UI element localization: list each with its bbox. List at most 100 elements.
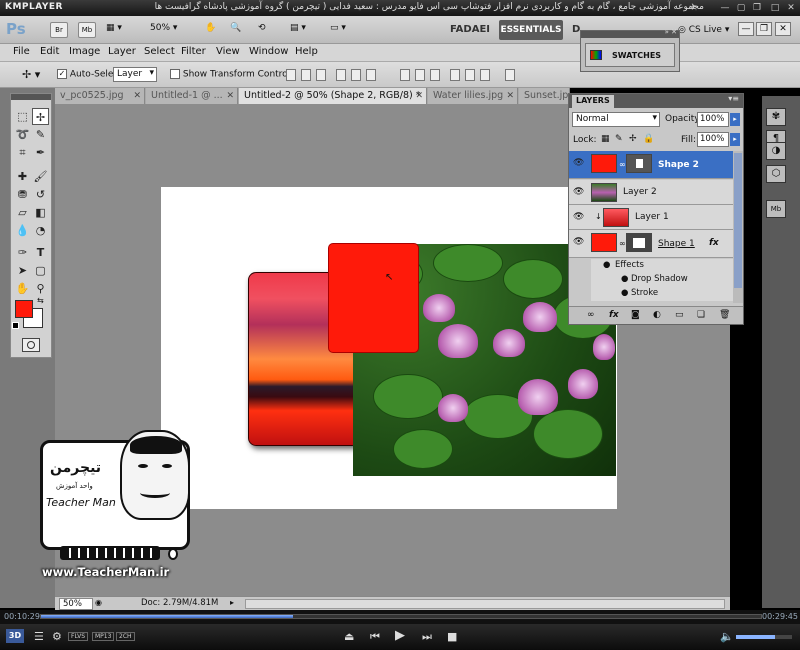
mini-bridge-panel-icon[interactable]: Mb <box>766 200 786 218</box>
workspace-fadaei[interactable]: FADAEI <box>443 20 497 40</box>
marquee-tool-icon[interactable]: ⬚ <box>14 108 31 125</box>
move-tool-preset-icon[interactable]: ✢ ▾ <box>22 68 40 81</box>
tab-untitled-1[interactable]: Untitled-1 @ ... ✕ <box>146 88 238 104</box>
align-top-icon[interactable] <box>286 69 296 81</box>
status-zoom[interactable]: 50% <box>59 598 93 610</box>
bridge-button[interactable]: Br <box>50 22 68 38</box>
swatches-button[interactable]: SWATCHES <box>585 43 675 67</box>
pen-tool-icon[interactable]: ✑ <box>14 244 31 261</box>
menu-window[interactable]: Window <box>249 46 288 57</box>
workspace-essentials[interactable]: ESSENTIALS <box>499 20 563 40</box>
auto-select-checkbox[interactable]: ✓ <box>57 69 67 79</box>
delete-layer-icon[interactable]: 🗑 <box>719 310 730 320</box>
status-info-icon[interactable]: ◉ <box>95 598 102 607</box>
fill-slider-button[interactable]: ▸ <box>730 133 740 146</box>
mini-bridge-button[interactable]: Mb <box>78 22 96 38</box>
eyedropper-tool-icon[interactable]: ✒ <box>32 144 49 161</box>
path-selection-tool-icon[interactable]: ➤ <box>14 262 31 279</box>
distribute-left-icon[interactable] <box>450 69 460 81</box>
tab-sunset[interactable]: Sunset.jpg <box>519 88 570 104</box>
tab-v-pc0525[interactable]: v_pc0525.jpg ✕ <box>55 88 145 104</box>
show-transform-checkbox[interactable] <box>170 69 180 79</box>
align-left-icon[interactable] <box>336 69 346 81</box>
horizontal-scrollbar[interactable] <box>245 599 725 609</box>
opacity-slider-button[interactable]: ▸ <box>730 113 740 126</box>
stop-icon[interactable]: ■ <box>447 630 457 643</box>
align-horizontal-center-icon[interactable] <box>351 69 361 81</box>
lock-all-icon[interactable]: 🔒 <box>643 134 654 144</box>
menu-help[interactable]: Help <box>295 46 318 57</box>
play-icon[interactable]: ▶ <box>395 628 405 643</box>
player-minimize-icon[interactable]: — <box>718 2 732 14</box>
player-maximize-icon[interactable]: □ <box>768 2 782 14</box>
eject-icon[interactable]: ⏏ <box>344 630 354 643</box>
previous-icon[interactable]: ⏮ <box>370 630 380 644</box>
3d-button[interactable]: 3D <box>6 629 24 643</box>
quick-mask-icon[interactable] <box>22 338 40 352</box>
clone-stamp-tool-icon[interactable]: ⛃ <box>14 186 31 203</box>
screen-mode-dropdown[interactable]: ▭ ▾ <box>330 23 346 37</box>
crop-tool-icon[interactable]: ⌗ <box>14 144 31 161</box>
align-vertical-center-icon[interactable] <box>301 69 311 81</box>
visibility-eye-icon[interactable]: 👁 <box>573 237 584 247</box>
dodge-tool-icon[interactable]: ◔ <box>32 222 49 239</box>
menu-select[interactable]: Select <box>144 46 175 57</box>
adjustments-panel-icon[interactable]: ◑ <box>766 142 786 160</box>
player-seek-bar[interactable] <box>40 614 762 619</box>
channels-panel-icon[interactable]: ⬡ <box>766 165 786 183</box>
lock-position-icon[interactable]: ✢ <box>629 134 637 144</box>
default-colors-icon[interactable] <box>12 322 19 329</box>
quick-selection-tool-icon[interactable]: ✎ <box>32 126 49 143</box>
volume-icon[interactable]: 🔈 <box>720 630 734 643</box>
volume-slider[interactable] <box>736 635 792 639</box>
blend-mode-dropdown[interactable]: Normal ▾ <box>572 112 660 127</box>
extras-dropdown[interactable]: ▦ ▾ <box>106 23 122 37</box>
add-style-icon[interactable]: fx <box>609 310 619 320</box>
lasso-tool-icon[interactable]: ➰ <box>14 126 31 143</box>
layer-row-layer-1[interactable]: 👁 ↓ Layer 1 <box>569 205 733 230</box>
move-tool-icon[interactable]: ✢ <box>32 108 49 125</box>
pin-icon[interactable]: ✈ <box>686 2 700 14</box>
effects-group-row[interactable]: ● Effects <box>591 259 733 273</box>
eraser-tool-icon[interactable]: ▱ <box>14 204 31 221</box>
blur-tool-icon[interactable]: 💧 <box>14 222 31 239</box>
visibility-eye-icon[interactable]: 👁 <box>573 187 584 197</box>
new-layer-icon[interactable]: ❏ <box>697 310 705 320</box>
auto-select-dropdown[interactable]: Layer ▾ <box>113 67 157 82</box>
swatches-panel-header[interactable]: » ✕ <box>581 28 679 38</box>
align-bottom-icon[interactable] <box>316 69 326 81</box>
visibility-eye-icon[interactable]: 👁 <box>573 158 584 168</box>
next-icon[interactable]: ⏭ <box>422 630 432 644</box>
auto-align-icon[interactable] <box>505 69 515 81</box>
rotate-view-icon[interactable]: ⟲ <box>258 23 266 37</box>
effect-row-drop-shadow[interactable]: ● Drop Shadow <box>591 273 733 287</box>
new-group-icon[interactable]: ▭ <box>675 310 684 320</box>
swap-colors-icon[interactable]: ⇆ <box>37 296 44 305</box>
ps-restore-button[interactable]: ❐ <box>756 22 772 36</box>
fill-input[interactable]: 100% <box>697 132 729 147</box>
cs-live-menu[interactable]: ◎ CS Live ▾ <box>678 22 729 38</box>
visibility-eye-icon[interactable]: 👁 <box>573 212 584 222</box>
layers-tab[interactable]: LAYERS <box>572 95 614 108</box>
effect-eye-icon[interactable]: ● <box>621 274 628 284</box>
layer-row-shape-1[interactable]: 👁 ∞ Shape 1 fx <box>569 230 733 258</box>
distribute-top-icon[interactable] <box>400 69 410 81</box>
opacity-input[interactable]: 100% <box>697 112 729 127</box>
ps-close-button[interactable]: ✕ <box>775 22 791 36</box>
menu-edit[interactable]: Edit <box>40 46 59 57</box>
tools-panel-header[interactable] <box>11 94 51 100</box>
tab-untitled-2[interactable]: Untitled-2 @ 50% (Shape 2, RGB/8) * ✕ <box>239 88 427 104</box>
type-tool-icon[interactable]: T <box>32 244 49 261</box>
brush-tool-icon[interactable]: 🖌 <box>32 168 49 185</box>
effects-eye-icon[interactable]: ● <box>603 260 610 270</box>
distribute-right-icon[interactable] <box>480 69 490 81</box>
distribute-hcenter-icon[interactable] <box>465 69 475 81</box>
distribute-center-icon[interactable] <box>415 69 425 81</box>
menu-layer[interactable]: Layer <box>108 46 136 57</box>
tab-close-icon[interactable]: ✕ <box>133 88 141 104</box>
history-panel-icon[interactable]: ✾ <box>766 108 786 126</box>
settings-gear-icon[interactable]: ⚙ <box>52 630 62 643</box>
tab-close-icon[interactable]: ✕ <box>415 88 423 104</box>
menu-file[interactable]: File <box>13 46 30 57</box>
layers-panel-header[interactable]: LAYERS ▾≡ <box>569 94 743 108</box>
